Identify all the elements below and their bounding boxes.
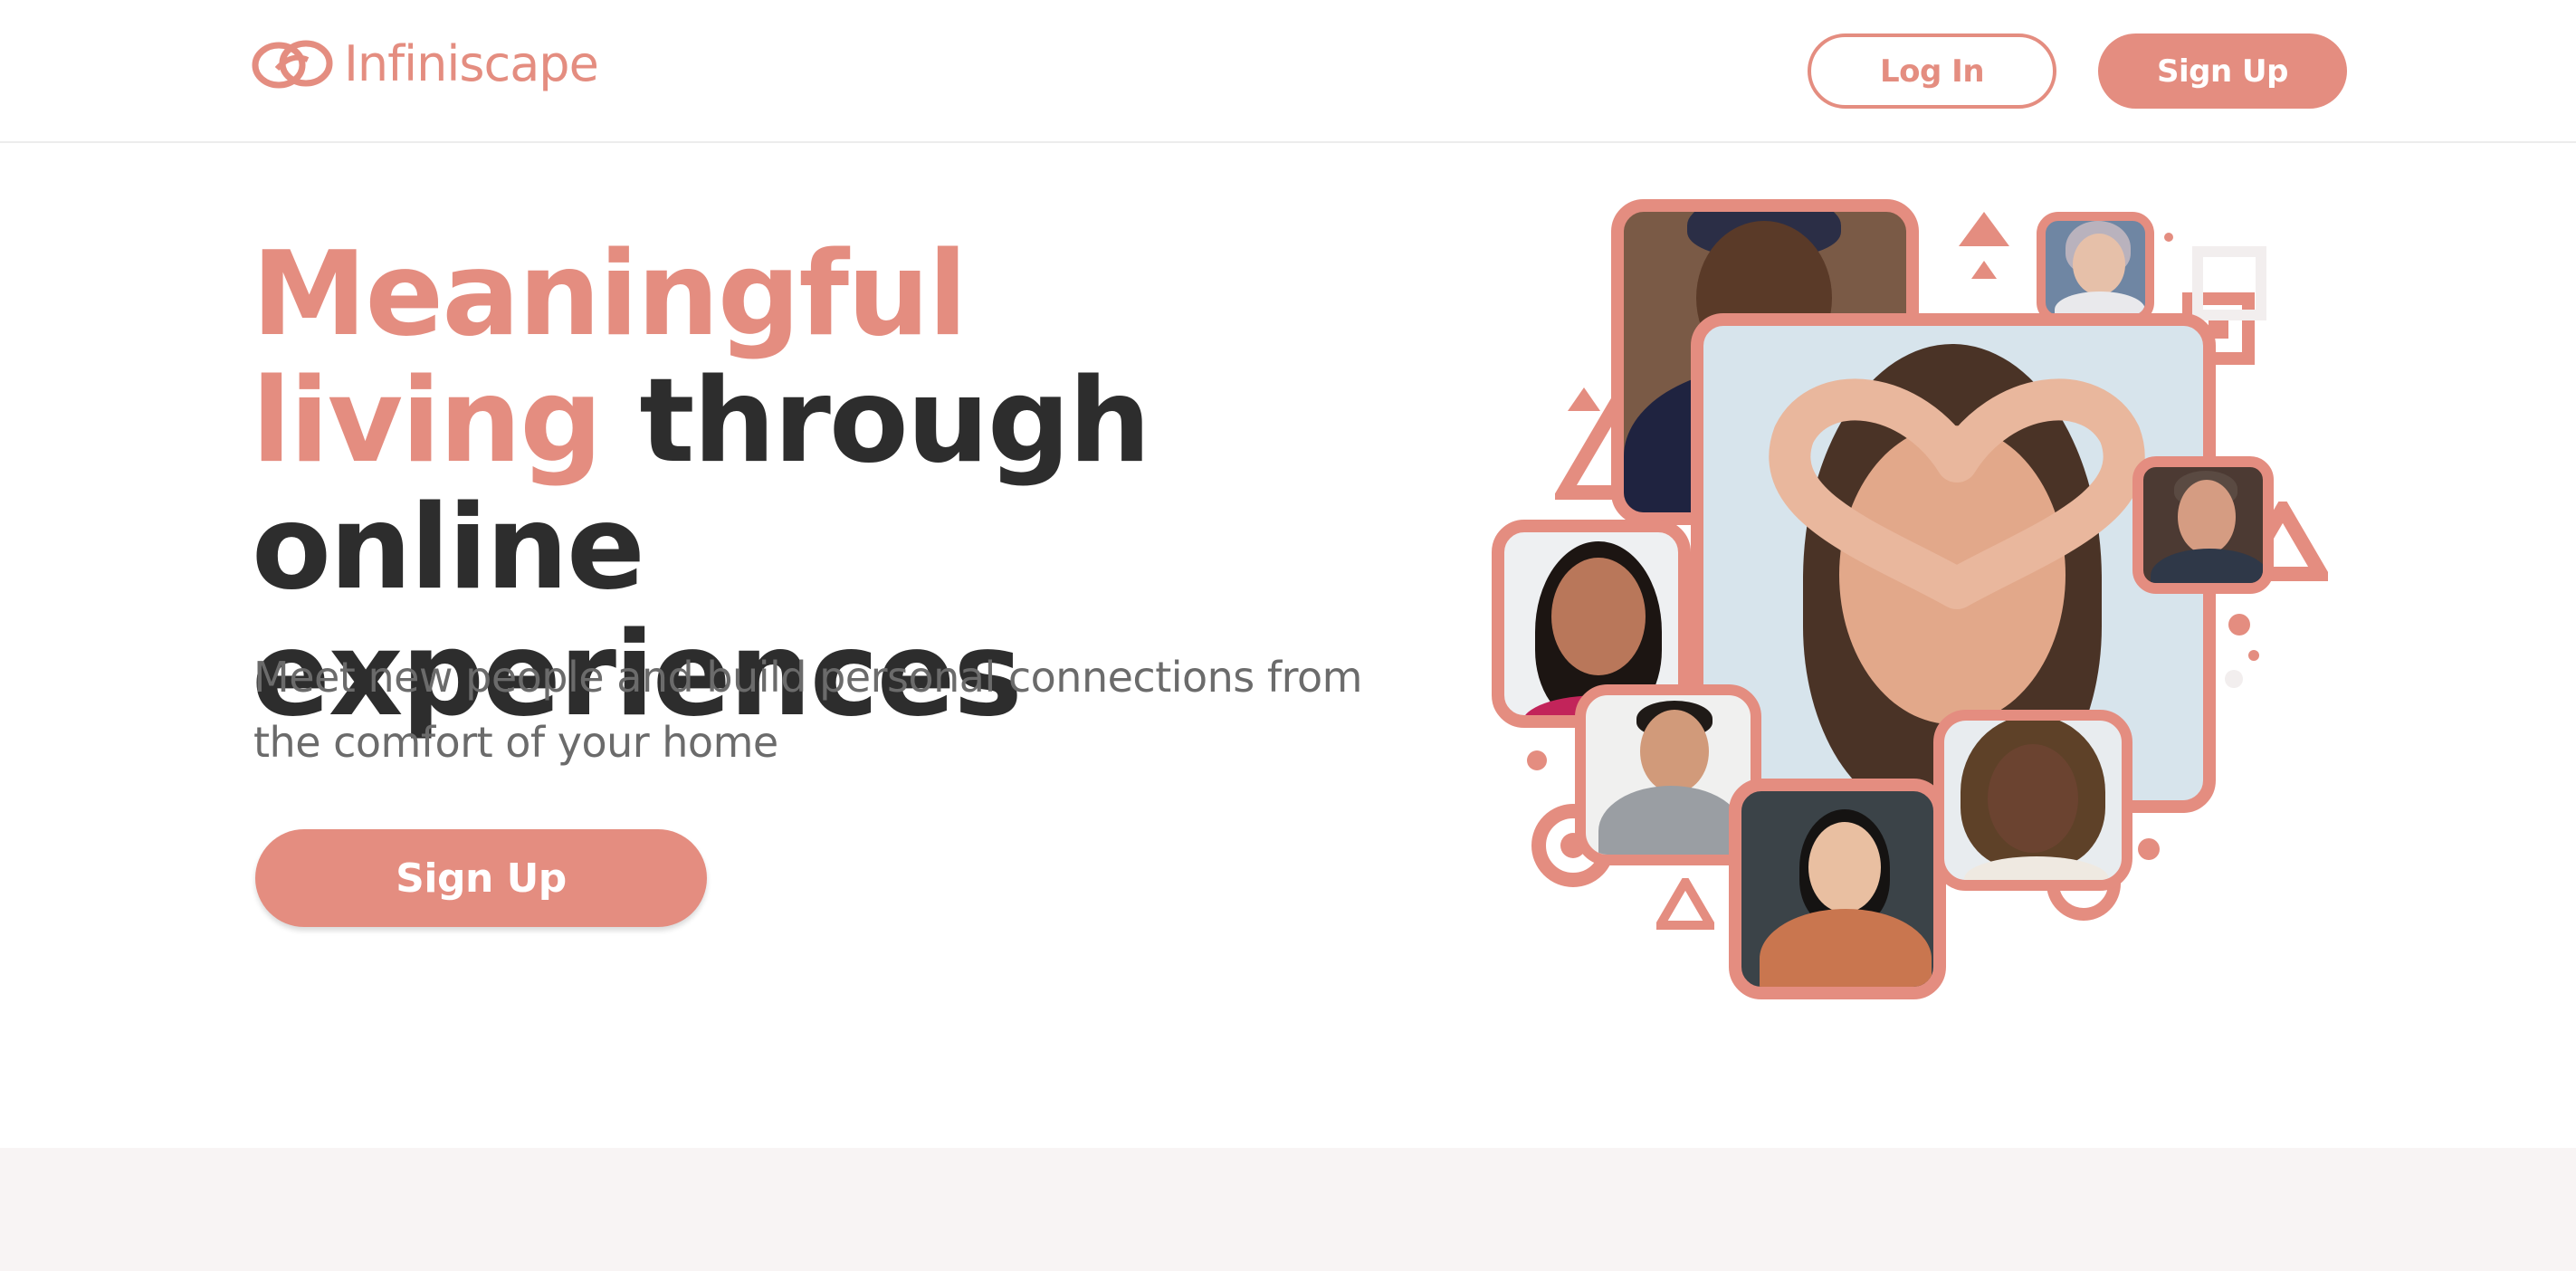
hero-subtitle: Meet new people and build personal conne… [253, 653, 1362, 767]
photo-woman-curly-hair [1933, 710, 2132, 891]
brand-logo[interactable]: Infiniscape [250, 33, 599, 96]
hero-title-accent-2: living [252, 354, 603, 489]
top-navbar: Infiniscape Log In Sign Up [0, 0, 2576, 143]
photo-woman-headphones [1729, 779, 1946, 999]
photo-smiling-man-right [2132, 456, 2274, 594]
login-button[interactable]: Log In [1808, 33, 2056, 109]
next-section-band [0, 1148, 2576, 1271]
hero-title-accent-1: Meaningful [252, 227, 968, 362]
hero-signup-button[interactable]: Sign Up [255, 829, 707, 927]
photo-older-woman [2037, 212, 2154, 324]
hero-title-rest-1: through [639, 354, 1150, 489]
nav-signup-button[interactable]: Sign Up [2098, 33, 2347, 109]
infinity-rings-icon [252, 40, 333, 89]
brand-name: Infiniscape [344, 35, 599, 92]
people-photo-collage [1484, 190, 2335, 1005]
